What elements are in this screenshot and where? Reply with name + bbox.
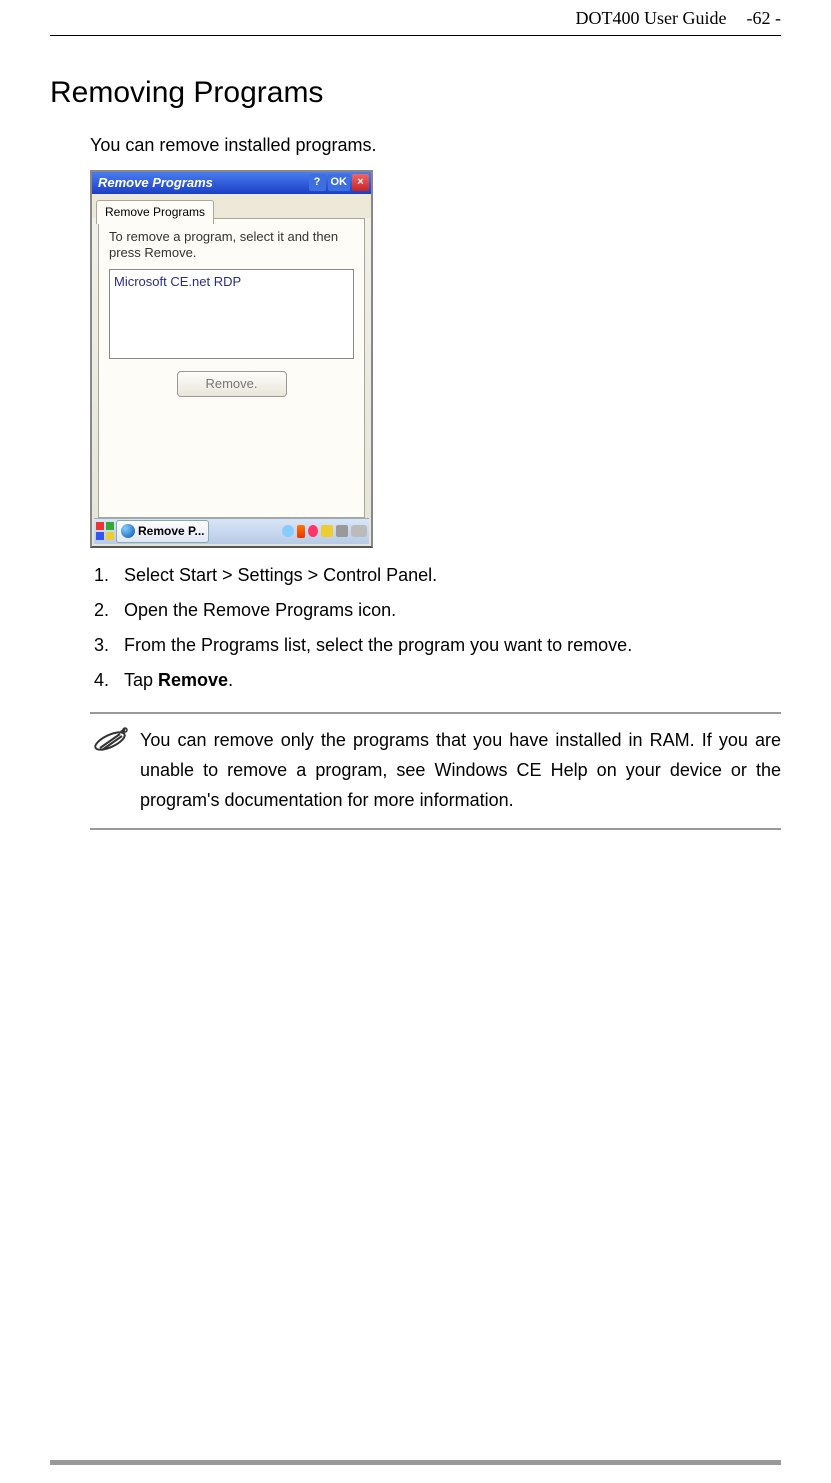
step-text: Tap xyxy=(124,670,158,690)
window-title: Remove Programs xyxy=(98,173,307,193)
section-heading: Removing Programs xyxy=(50,76,781,110)
taskbar-task-label: Remove P... xyxy=(138,522,204,541)
tab-strip: Remove Programs xyxy=(92,194,371,218)
tab-remove-programs[interactable]: Remove Programs xyxy=(96,200,214,225)
page-header: DOT400 User Guide -62 - xyxy=(50,0,781,36)
step-item: From the Programs list, select the progr… xyxy=(114,632,781,660)
step-item: Select Start > Settings > Control Panel. xyxy=(114,562,781,590)
step-text: . xyxy=(228,670,233,690)
tray-icon[interactable] xyxy=(308,525,318,537)
tray-icon[interactable] xyxy=(321,525,333,537)
system-tray xyxy=(282,525,367,538)
globe-icon xyxy=(121,524,135,538)
dialog-instruction: To remove a program, select it and then … xyxy=(109,229,354,262)
step-item: Open the Remove Programs icon. xyxy=(114,597,781,625)
ok-button[interactable]: OK xyxy=(328,174,351,191)
steps-list: Select Start > Settings > Control Panel.… xyxy=(90,562,781,695)
tray-icon[interactable] xyxy=(336,525,348,537)
taskbar-task[interactable]: Remove P... xyxy=(116,520,209,543)
note-icon xyxy=(90,726,130,756)
program-listbox[interactable]: Microsoft CE.net RDP xyxy=(109,269,354,359)
tray-icon[interactable] xyxy=(282,525,294,537)
close-button[interactable]: × xyxy=(352,174,369,191)
page-number: -62 - xyxy=(747,8,782,29)
note-text: You can remove only the programs that yo… xyxy=(140,726,781,815)
intro-text: You can remove installed programs. xyxy=(90,132,781,160)
tray-icon[interactable] xyxy=(297,525,305,538)
list-item[interactable]: Microsoft CE.net RDP xyxy=(114,272,349,292)
help-button[interactable]: ? xyxy=(309,174,326,191)
window-titlebar: Remove Programs ? OK × xyxy=(92,172,371,194)
screenshot-remove-programs: Remove Programs ? OK × Remove Programs T… xyxy=(90,170,373,548)
footer-rule xyxy=(50,1460,781,1465)
taskbar: Remove P... xyxy=(94,518,369,544)
start-icon[interactable] xyxy=(96,522,114,540)
tray-icon[interactable] xyxy=(351,525,367,537)
remove-button[interactable]: Remove. xyxy=(177,371,287,397)
step-bold: Remove xyxy=(158,670,228,690)
doc-title: DOT400 User Guide xyxy=(576,8,727,29)
dialog-panel: To remove a program, select it and then … xyxy=(98,218,365,518)
step-item: Tap Remove. xyxy=(114,667,781,695)
note-block: You can remove only the programs that yo… xyxy=(90,712,781,829)
